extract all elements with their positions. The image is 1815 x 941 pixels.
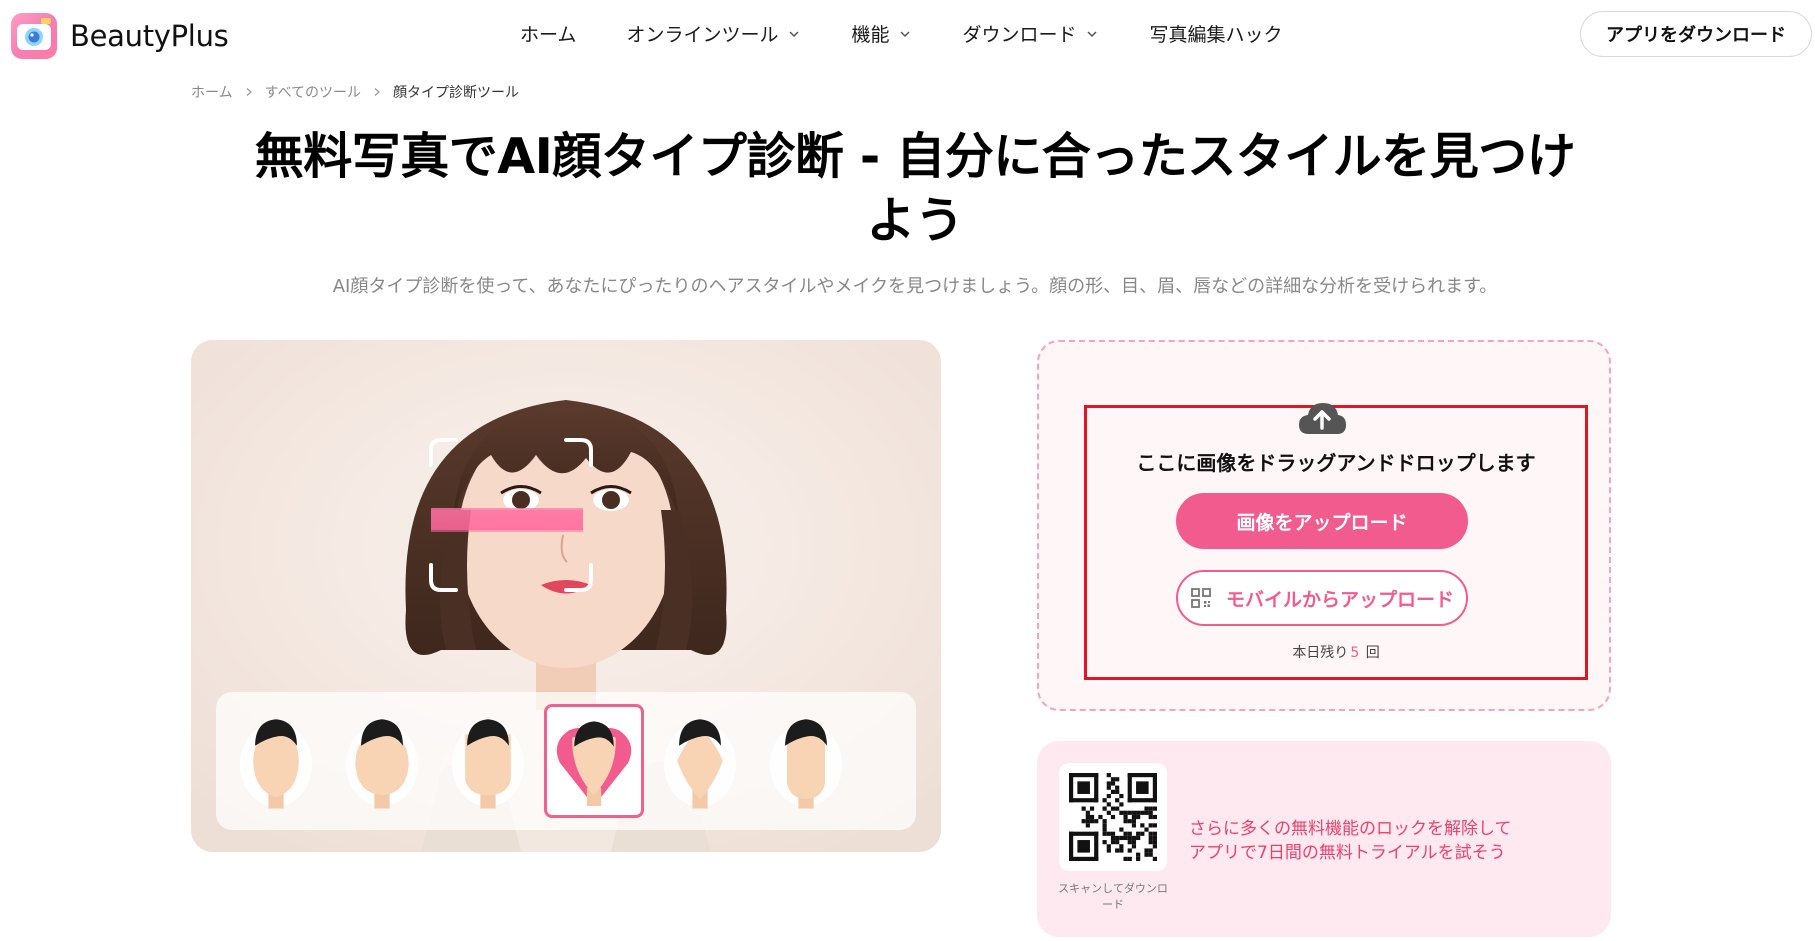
app-promo-panel: スキャンしてダウンロード さらに多くの無料機能のロックを解除して アプリで7日間… (1037, 741, 1611, 937)
page-title-line-2: よう (866, 192, 964, 249)
breadcrumb-current: 顔タイプ診断ツール (393, 85, 520, 101)
remaining-prefix: 本日残り (1292, 645, 1349, 661)
square-face-icon (451, 719, 525, 809)
download-app-button[interactable]: アプリをダウンロード (1580, 11, 1812, 57)
page-title-line-1: 無料写真でAI顔タイプ診断 - 自分に合ったスタイルを見つけ (254, 128, 1576, 185)
nav-item-home[interactable]: ホーム (520, 20, 576, 47)
face-shape-option[interactable] (438, 704, 538, 818)
chevron-down-icon (1087, 30, 1098, 37)
nav-item-label: オンラインツール (626, 24, 779, 46)
breadcrumb: ホーム すべてのツール 顔タイプ診断ツール (191, 82, 519, 102)
round-face-icon (345, 719, 419, 809)
promo-message: さらに多くの無料機能のロックを解除して アプリで7日間の無料トライアルを試そう (1189, 817, 1512, 865)
qr-code-icon (1191, 588, 1211, 608)
face-shape-option[interactable] (544, 704, 644, 818)
diamond-face-icon (663, 719, 737, 809)
brand[interactable]: BeautyPlus (10, 12, 229, 60)
nav-item-photo-hacks[interactable]: 写真編集ハック (1149, 20, 1282, 47)
chevron-right-icon (374, 88, 381, 96)
face-shape-option[interactable] (226, 704, 326, 818)
nav-item-features[interactable]: 機能 (851, 20, 912, 47)
drop-instruction: ここに画像をドラッグアンドドロップします (1136, 451, 1536, 475)
promo-line-1: さらに多くの無料機能のロックを解除して (1189, 819, 1512, 839)
qr-caption: スキャンしてダウンロード (1058, 882, 1168, 911)
nav-item-download[interactable]: ダウンロード (962, 20, 1099, 47)
remaining-suffix: 回 (1365, 645, 1380, 661)
remaining-count: 5 (1350, 645, 1360, 661)
face-shape-selector (216, 692, 916, 830)
breadcrumb-home[interactable]: ホーム (191, 82, 233, 102)
hero-image (191, 340, 941, 852)
heart-face-icon (556, 721, 632, 806)
chevron-right-icon (246, 88, 252, 96)
upload-from-mobile-button[interactable]: モバイルからアップロード (1176, 570, 1468, 626)
nav-item-online-tools[interactable]: オンラインツール (626, 20, 801, 47)
nav-item-label: 機能 (851, 24, 890, 46)
chevron-down-icon (900, 30, 910, 37)
breadcrumb-all-tools[interactable]: すべてのツール (265, 82, 361, 102)
nav-item-label: 写真編集ハック (1149, 24, 1283, 46)
upload-from-mobile-label: モバイルからアップロード (1225, 588, 1454, 611)
beautyplus-logo-icon (11, 13, 57, 59)
oval-face-icon (239, 719, 313, 809)
cloud-upload-icon (1299, 403, 1346, 434)
face-shape-option[interactable] (332, 704, 432, 818)
page-title: 無料写真でAI顔タイプ診断 - 自分に合ったスタイルを見つけ よう (195, 125, 1635, 253)
chevron-down-icon (789, 30, 799, 37)
site-header: BeautyPlus ホーム オンラインツール 機能 ダウンロード 写真編集ハッ… (0, 0, 1815, 68)
download-qr-code (1059, 763, 1167, 871)
nav-item-label: ホーム (520, 24, 577, 46)
main-nav: ホーム オンラインツール 機能 ダウンロード 写真編集ハック (520, 20, 1283, 47)
qr-code-icon (1069, 773, 1157, 861)
face-shape-option[interactable] (756, 704, 856, 818)
nav-item-label: ダウンロード (962, 24, 1077, 46)
page-subtitle: AI顔タイプ診断を使って、あなたにぴったりのヘアスタイルやメイクを見つけましょう… (332, 276, 1498, 297)
upload-image-button[interactable]: 画像をアップロード (1176, 493, 1468, 549)
face-shape-option[interactable] (650, 704, 750, 818)
oblong-face-icon (769, 719, 843, 809)
remaining-uses: 本日残り 5 回 (1084, 642, 1588, 662)
promo-line-2: アプリで7日間の無料トライアルを試そう (1189, 843, 1506, 863)
brand-name: BeautyPlus (70, 19, 229, 53)
